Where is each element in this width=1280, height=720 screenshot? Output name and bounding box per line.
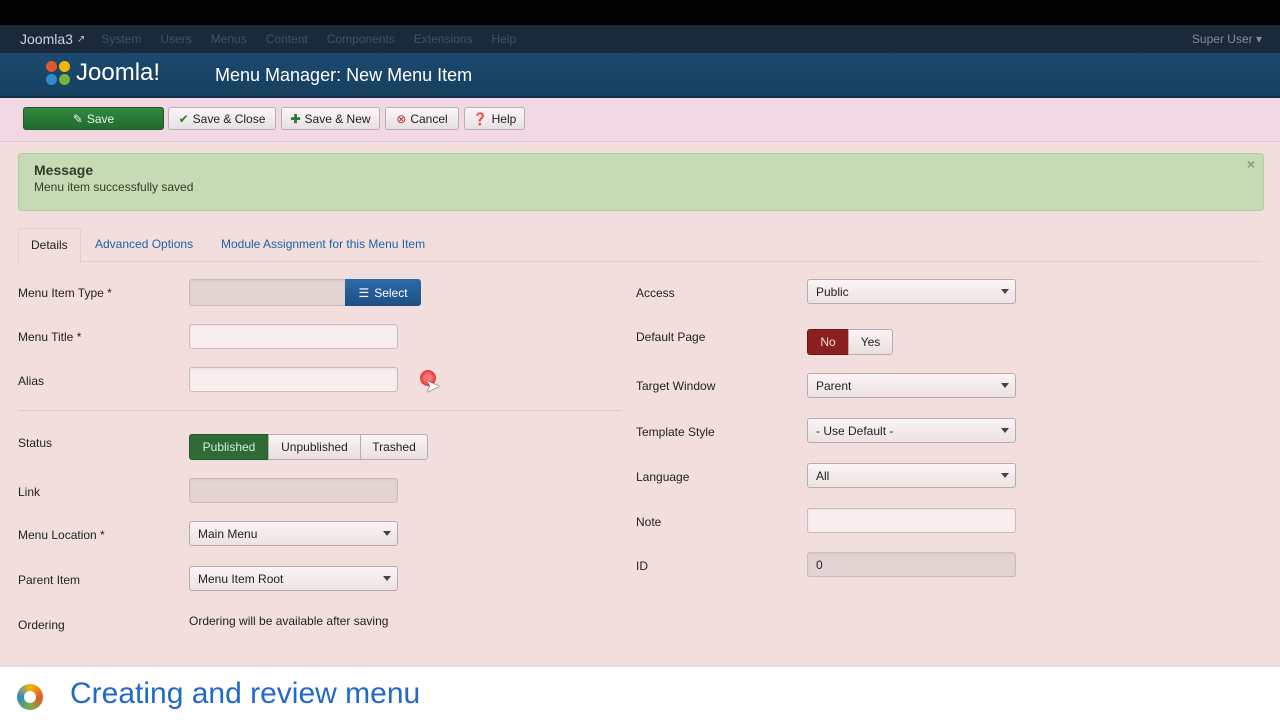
menu-content[interactable]: Content [266, 32, 308, 46]
parent-item-select[interactable]: Menu Item Root [189, 566, 398, 591]
help-label: Help [491, 111, 517, 126]
plus-icon: ✚ [290, 111, 301, 126]
cancel-circle-icon: ⊗ [396, 111, 407, 126]
menu-title-input[interactable] [189, 324, 398, 349]
list-icon: ☰ [358, 285, 370, 300]
status-published-option[interactable]: Published [189, 434, 269, 460]
parent-item-label: Parent Item [18, 573, 81, 587]
joomla-logo: Joomla! [44, 59, 160, 87]
status-label: Status [18, 436, 53, 450]
user-menu-label: Super User [1191, 32, 1253, 46]
joomla-logo-icon [44, 59, 72, 87]
video-caption-bar: Creating and review menu [0, 666, 1280, 720]
select-menu-type-button[interactable]: ☰ Select [345, 279, 421, 306]
language-label: Language [636, 470, 690, 484]
id-field: 0 [807, 552, 1016, 577]
menu-system[interactable]: System [101, 32, 141, 46]
access-label: Access [636, 286, 675, 300]
page-header: Joomla! Menu Manager: New Menu Item [0, 53, 1280, 98]
message-body: Menu item successfully saved [34, 180, 194, 194]
chevron-down-icon [1001, 383, 1009, 388]
language-select[interactable]: All [807, 463, 1016, 488]
mouse-pointer-icon: ➤ [425, 376, 441, 396]
ordering-note: Ordering will be available after saving [189, 614, 389, 628]
caption-text: Creating and review menu [70, 677, 421, 710]
ordering-label: Ordering [18, 618, 65, 632]
menu-item-type-field [189, 279, 346, 306]
cancel-label: Cancel [410, 111, 448, 126]
main-content: ✎ Save ✔ Save & Close ✚ Save & New ⊗ Can… [0, 98, 1280, 666]
page-title: Menu Manager: New Menu Item [215, 65, 473, 85]
save-button[interactable]: ✎ Save [23, 107, 164, 130]
save-close-label: Save & Close [192, 111, 266, 126]
check-icon: ✔ [178, 111, 189, 126]
target-window-label: Target Window [636, 379, 716, 393]
alias-input[interactable] [189, 367, 398, 392]
main-menu-bar: System Users Menus Content Components Ex… [101, 32, 516, 46]
edit-icon: ✎ [72, 111, 83, 126]
chevron-down-icon [1001, 473, 1009, 478]
status-trashed-option[interactable]: Trashed [360, 434, 428, 460]
tab-details[interactable]: Details [18, 228, 81, 263]
save-new-label: Save & New [304, 111, 371, 126]
template-style-label: Template Style [636, 425, 715, 439]
system-message: Message Menu item successfully saved × [18, 153, 1264, 211]
menu-location-select[interactable]: Main Menu [189, 521, 398, 546]
menu-components[interactable]: Components [327, 32, 395, 46]
question-circle-icon: ❓ [472, 111, 488, 126]
user-menu[interactable]: Super User ▾ [1192, 32, 1262, 46]
access-select[interactable]: Public [807, 279, 1016, 304]
edit-tabs: Details Advanced Options Module Assignme… [18, 228, 1262, 263]
note-input[interactable] [807, 508, 1016, 533]
menu-help[interactable]: Help [491, 32, 516, 46]
tab-module-assignment[interactable]: Module Assignment for this Menu Item [209, 228, 437, 262]
external-link-icon: ↗ [76, 33, 86, 45]
menu-extensions[interactable]: Extensions [414, 32, 473, 46]
chevron-down-icon [383, 531, 391, 536]
template-style-select[interactable]: - Use Default - [807, 418, 1016, 443]
channel-logo-icon [17, 684, 43, 710]
link-field [189, 478, 398, 503]
cancel-button[interactable]: ⊗ Cancel [385, 107, 459, 130]
tab-advanced-options[interactable]: Advanced Options [83, 228, 205, 262]
menu-location-label: Menu Location * [18, 528, 105, 542]
link-label: Link [18, 485, 41, 499]
menu-item-type-label: Menu Item Type * [18, 286, 112, 300]
chevron-down-icon [1001, 428, 1009, 433]
status-unpublished-option[interactable]: Unpublished [268, 434, 361, 460]
note-label: Note [636, 515, 662, 529]
site-brand-link[interactable]: Joomla3 ↗ [20, 31, 85, 47]
alias-label: Alias [18, 374, 45, 388]
form-divider [18, 410, 622, 411]
default-page-label: Default Page [636, 330, 706, 344]
menu-menus[interactable]: Menus [211, 32, 247, 46]
select-button-label: Select [374, 285, 408, 300]
save-new-button[interactable]: ✚ Save & New [281, 107, 380, 130]
menu-users[interactable]: Users [160, 32, 191, 46]
message-heading: Message [34, 162, 94, 178]
chevron-down-icon [383, 576, 391, 581]
save-close-button[interactable]: ✔ Save & Close [168, 107, 276, 130]
close-icon[interactable]: × [1247, 156, 1255, 172]
joomla-logo-text: Joomla! [76, 59, 161, 86]
chevron-down-icon [1001, 289, 1009, 294]
toolbar: ✎ Save ✔ Save & Close ✚ Save & New ⊗ Can… [0, 98, 1280, 142]
help-button[interactable]: ❓ Help [464, 107, 525, 130]
menu-title-label: Menu Title * [18, 330, 82, 344]
caret-down-icon: ▾ [1255, 32, 1262, 46]
target-window-select[interactable]: Parent [807, 373, 1016, 398]
site-brand-label: Joomla3 [20, 31, 73, 47]
default-page-yes-option[interactable]: Yes [848, 329, 893, 355]
default-page-no-option[interactable]: No [807, 329, 849, 355]
save-button-label: Save [86, 111, 115, 126]
admin-top-nav: Joomla3 ↗ System Users Menus Content Com… [0, 25, 1280, 53]
id-label: ID [636, 559, 648, 573]
